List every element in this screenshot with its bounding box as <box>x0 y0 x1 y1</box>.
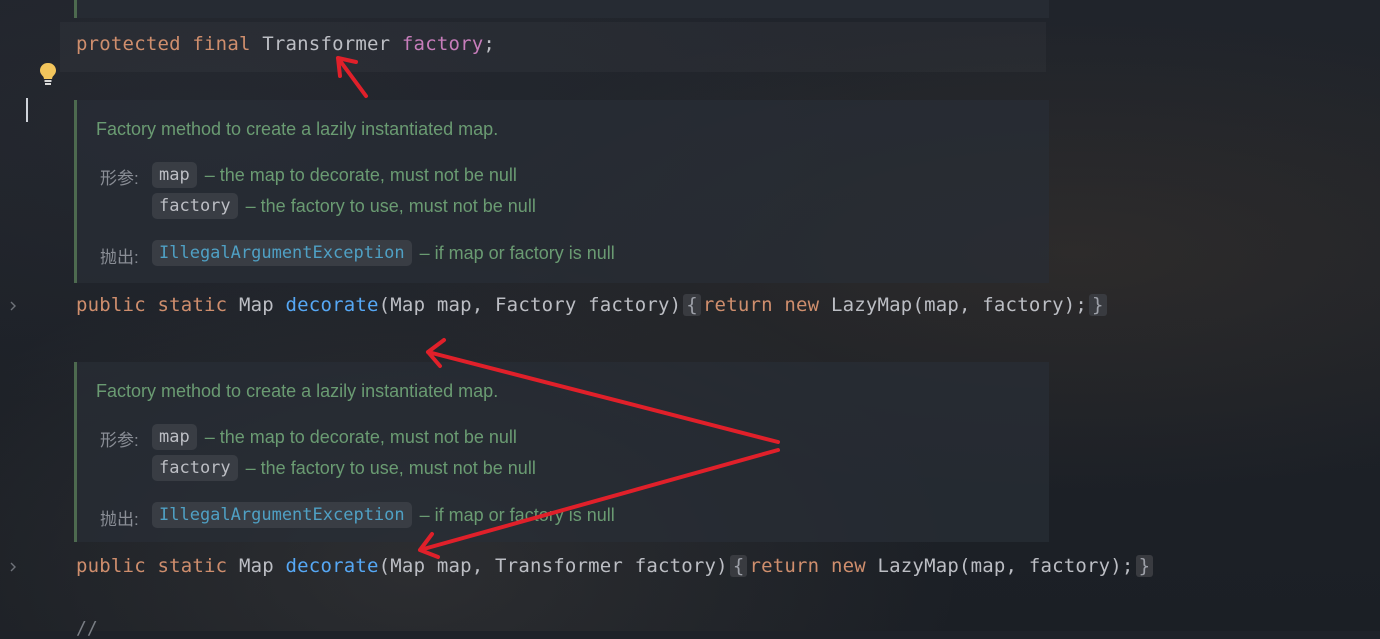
arrow-to-factory-signature <box>426 338 780 444</box>
annotation-arrows <box>336 56 780 559</box>
arrow-to-transformer <box>336 56 368 98</box>
arrow-to-transformer-signature <box>418 448 780 559</box>
